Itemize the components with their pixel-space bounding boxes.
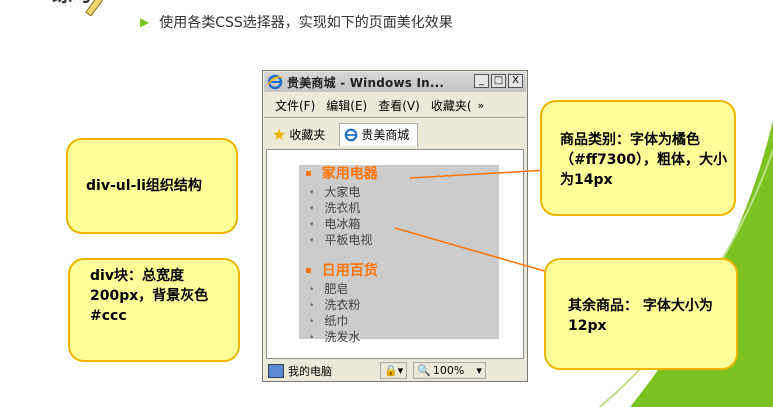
list-item: 大家电 (309, 183, 360, 200)
ie-icon (267, 74, 283, 90)
divider (264, 117, 526, 118)
category-heading: 日用百货 (305, 260, 378, 280)
callout-category-style: 商品类别：字体为橘色（#ff7300），粗体，大小为14px (540, 100, 736, 216)
menu-file[interactable]: 文件(F) (275, 97, 315, 114)
callout-category-style-text: 商品类别：字体为橘色（#ff7300），粗体，大小为14px (560, 132, 728, 188)
list-item: 洗发水 (309, 328, 360, 345)
task-text: 使用各类CSS选择器，实现如下的页面美化效果 (159, 15, 453, 31)
tab-label: 贵美商城 (361, 128, 410, 142)
close-button[interactable]: X (508, 74, 523, 88)
callout-item-style: 其余商品： 字体大小为12px (544, 258, 738, 370)
callout-structure-text: div-ul-li组织结构 (86, 178, 202, 194)
pencil-icon (85, 0, 104, 16)
page-content: 家用电器 大家电 洗衣机 电冰箱 平板电视 日用百货 肥皂 洗衣粉 纸巾 洗发水 (266, 149, 524, 359)
list-item: 肥皂 (309, 280, 348, 297)
browser-window: 贵美商城 - Windows In... _ □ X 文件(F) 编辑(E) 查… (262, 70, 528, 382)
menu-view[interactable]: 查看(V) (378, 97, 420, 114)
status-bar: 我的电脑 🔒▾ 🔍 100% ▾ (264, 361, 526, 380)
category-heading: 家用电器 (305, 163, 378, 183)
list-item: 洗衣粉 (309, 296, 360, 313)
minimize-button[interactable]: _ (474, 74, 489, 88)
list-item: 洗衣机 (309, 199, 360, 216)
menu-bar: 文件(F) 编辑(E) 查看(V) 收藏夹( » (264, 95, 526, 115)
lock-icon: 🔒▾ (384, 364, 404, 377)
chevron-down-icon: ▾ (476, 364, 482, 377)
zoom-icon: 🔍 (417, 364, 431, 377)
task-instruction: ▶ 使用各类CSS选择器，实现如下的页面美化效果 (140, 12, 453, 32)
ie-icon (345, 128, 358, 141)
callout-structure: div-ul-li组织结构 (66, 138, 238, 234)
triangle-bullet-icon: ▶ (140, 15, 150, 29)
practice-badge: 练习 (22, 0, 108, 26)
maximize-button[interactable]: □ (491, 74, 506, 88)
list-item: 平板电视 (309, 231, 372, 248)
status-text: 我的电脑 (288, 364, 332, 378)
favorites-star-icon[interactable]: ★ (272, 125, 286, 144)
computer-icon (268, 363, 284, 378)
tab-guimei[interactable]: 贵美商城 (339, 122, 419, 146)
favorites-button[interactable]: 收藏夹 (289, 126, 325, 143)
toolbar: ★ 收藏夹 贵美商城 (264, 121, 526, 147)
callout-div-block-text: div块：总宽度200px，背景灰色#ccc (90, 268, 209, 324)
callout-div-block: div块：总宽度200px，背景灰色#ccc (68, 258, 240, 362)
security-zone-dropdown[interactable]: 🔒▾ (380, 362, 408, 379)
list-item: 纸巾 (309, 312, 348, 329)
menu-favorites[interactable]: 收藏夹( (431, 97, 472, 114)
list-item: 电冰箱 (309, 215, 360, 232)
zoom-level: 100% (432, 364, 465, 377)
title-bar[interactable]: 贵美商城 - Windows In... _ □ X (264, 72, 526, 92)
category-box: 家用电器 大家电 洗衣机 电冰箱 平板电视 日用百货 肥皂 洗衣粉 纸巾 洗发水 (299, 163, 499, 344)
menu-more-icon[interactable]: » (478, 99, 485, 112)
window-title: 贵美商城 - Windows In... (287, 75, 445, 90)
zoom-dropdown[interactable]: 🔍 100% ▾ (413, 362, 486, 379)
callout-item-style-text: 其余商品： 字体大小为12px (568, 298, 713, 334)
menu-edit[interactable]: 编辑(E) (326, 97, 367, 114)
